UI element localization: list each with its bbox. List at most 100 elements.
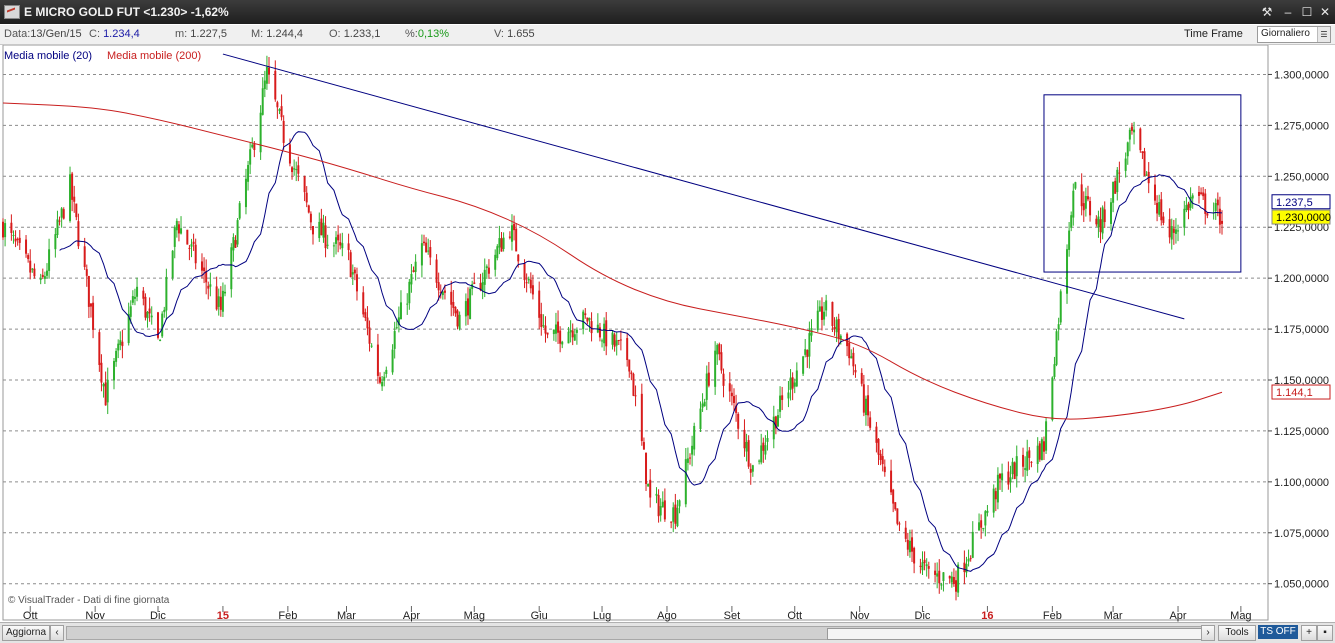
candle-body (890, 470, 893, 493)
candle-body (714, 350, 717, 387)
candle-body (525, 282, 528, 284)
candle-body (129, 306, 132, 317)
candle-body (341, 243, 344, 249)
candle-body (1038, 443, 1041, 460)
dropdown-arrow-icon[interactable]: ☰ (1317, 27, 1330, 42)
candle-body (276, 102, 279, 108)
candle-body (950, 576, 953, 583)
candle-body (10, 222, 13, 233)
scrollbar-thumb[interactable] (827, 628, 1213, 640)
candle-body (569, 329, 572, 333)
tools-button[interactable]: Tools (1218, 625, 1256, 641)
candle-body (161, 313, 164, 337)
tools-icon[interactable]: ⚒ (1259, 4, 1275, 20)
candle-body (175, 220, 178, 231)
x-tick-label: Nov (850, 610, 870, 622)
candle-body (927, 566, 930, 569)
candle-body (385, 369, 388, 374)
zoom-in-button[interactable]: + (1301, 625, 1317, 641)
candle-body (69, 174, 72, 221)
candle-body (268, 67, 271, 75)
candle-body (496, 246, 499, 259)
close-value: 1.234,4 (103, 28, 140, 40)
update-button[interactable]: Aggiorna (2, 625, 50, 641)
candle-body (1059, 291, 1062, 323)
candle-body (1168, 219, 1171, 238)
maximize-button[interactable]: ☐ (1299, 4, 1315, 20)
y-tick-label: 1.050,0000 (1274, 579, 1329, 591)
candle-body (820, 306, 823, 320)
menu-button[interactable]: ▪ (1317, 625, 1333, 641)
candle-body (661, 501, 664, 508)
x-tick-label: 15 (217, 610, 229, 622)
candle-body (305, 192, 308, 203)
candle-body (523, 263, 526, 281)
window-title: E MICRO GOLD FUT <1.230> -1,62% (24, 5, 229, 19)
scroll-right-button[interactable]: › (1201, 625, 1215, 641)
candle-body (265, 66, 268, 84)
candle-body (420, 243, 423, 266)
candle-body (163, 309, 166, 313)
x-tick-label: Ago (657, 610, 677, 622)
close-button[interactable]: ✕ (1317, 4, 1333, 20)
x-tick-label: Mag (1230, 610, 1251, 622)
candle-body (881, 456, 884, 465)
candle-body (309, 213, 312, 223)
candle-body (544, 325, 547, 334)
candle-body (619, 339, 622, 341)
candle-body (779, 395, 782, 412)
candle-body (751, 465, 754, 472)
candle-body (672, 507, 675, 522)
candle-body (1221, 220, 1224, 224)
candle-body (1130, 126, 1133, 131)
y-tick-label: 1.200,0000 (1274, 273, 1329, 285)
candle-body (837, 318, 840, 339)
candle-body (54, 234, 57, 250)
candle-body (1095, 218, 1098, 225)
min-value: 1.227,5 (190, 28, 227, 40)
candle-body (862, 384, 865, 413)
candle-body (186, 229, 189, 245)
candle-body (1011, 461, 1014, 475)
candle-body (251, 144, 254, 148)
candle-body (875, 426, 878, 443)
info-bar: Data:13/Gen/15 C: 1.234,4 m: 1.227,5 M: … (0, 25, 1335, 45)
candle-body (102, 383, 105, 387)
candle-body (1170, 226, 1173, 240)
candle-body (247, 164, 250, 182)
candle-body (192, 241, 195, 244)
candle-body (1197, 191, 1200, 196)
candle-body (554, 324, 557, 334)
ts-off-button[interactable]: TS OFF (1258, 625, 1298, 639)
scroll-left-button[interactable]: ‹ (50, 625, 64, 641)
candle-body (615, 340, 618, 346)
timeframe-select[interactable]: Giornaliero ☰ (1257, 26, 1331, 43)
x-tick-label: Feb (278, 610, 297, 622)
minimize-button[interactable]: – (1280, 4, 1296, 20)
candle-body (58, 220, 61, 222)
candle-body (906, 539, 909, 550)
candle-body (339, 242, 342, 246)
candle-body (133, 296, 136, 299)
candle-body (904, 527, 907, 539)
price-chart[interactable]: 1.300,00001.275,00001.250,00001.225,0000… (0, 45, 1335, 622)
candle-body (546, 332, 549, 335)
candle-body (1026, 451, 1029, 471)
horizontal-scrollbar[interactable] (66, 626, 1214, 640)
candle-body (466, 298, 469, 316)
candle-body (645, 452, 648, 484)
candle-body (364, 312, 367, 318)
candle-body (263, 80, 266, 90)
candle-body (998, 473, 1001, 479)
candle-body (274, 70, 277, 100)
candle-body (529, 279, 532, 289)
candle-body (1068, 230, 1071, 250)
candle-body (322, 222, 325, 238)
candle-body (1013, 462, 1016, 480)
candle-body (883, 466, 886, 473)
x-tick-label: Dic (915, 610, 931, 622)
candle-body (194, 244, 197, 264)
open-value: 1.233,1 (343, 28, 381, 40)
candle-body (571, 330, 574, 338)
candle-body (1028, 450, 1031, 458)
